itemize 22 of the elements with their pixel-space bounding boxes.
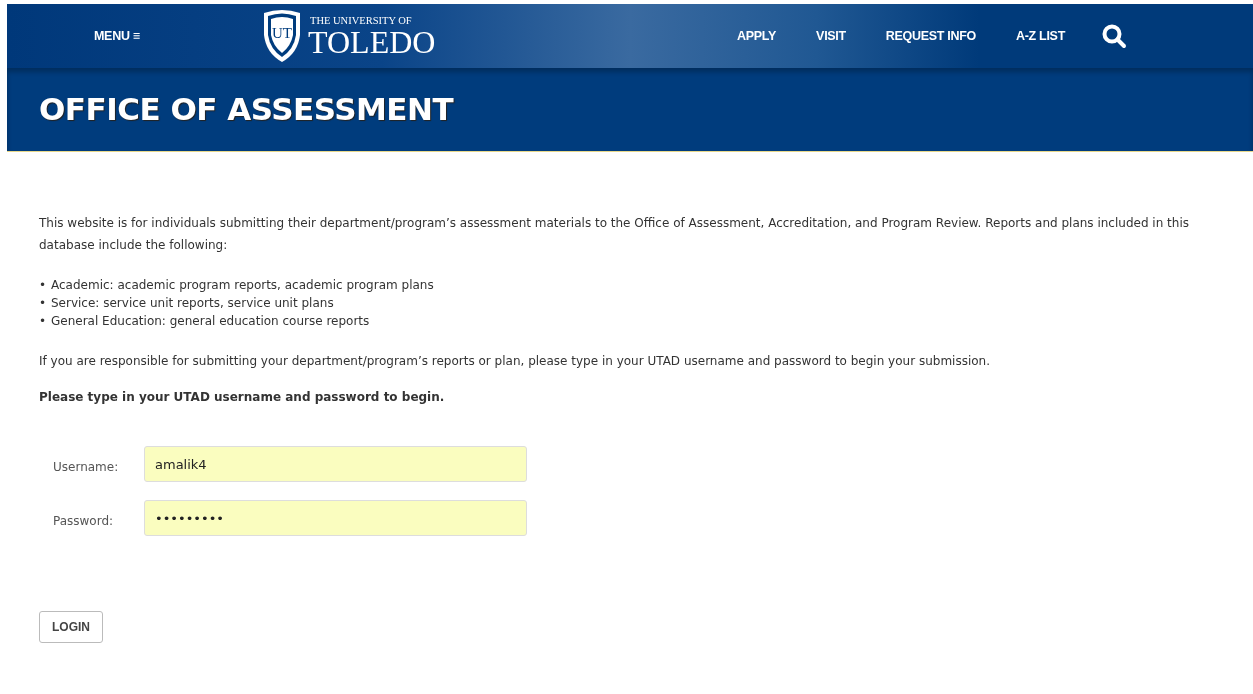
input-field[interactable]: amalik4 — [144, 446, 527, 482]
bullet-marker: • — [39, 313, 48, 330]
university-logo[interactable]: UT THE UNIVERSITY OF TOLEDO — [259, 7, 460, 65]
intro-paragraph: This website is for individuals submitting their department/program’s assessment materials to the Office of Assessment, Accreditation, and Program Review. Reports and plans included in this database include the following: — [39, 215, 1190, 254]
search-icon[interactable] — [1101, 23, 1127, 49]
nav-link[interactable]: REQUEST INFO — [885, 26, 976, 46]
nav-link[interactable]: A-Z LIST — [1016, 26, 1065, 46]
field-label: Password: — [52, 513, 115, 530]
login-prompt: Please type in your UTAD username and password to begin. — [39, 389, 446, 406]
instruction-paragraph: If you are responsible for submitting your department/program’s reports or plan, please type in your UTAD username and password to begin your submission. — [39, 353, 991, 370]
nav-link[interactable]: APPLY — [737, 26, 777, 46]
bullet-marker: • — [39, 295, 48, 312]
list-item: General Education: general education course reports — [51, 313, 370, 330]
menu-link[interactable]: MENU ≡ — [94, 26, 140, 46]
login-button[interactable]: LOGIN — [39, 611, 103, 643]
field-label: Username: — [52, 459, 120, 476]
list-item: Service: service unit reports, service unit plans — [51, 295, 334, 312]
nav-link[interactable]: VISIT — [816, 26, 846, 46]
input-field[interactable]: ••••••••• — [144, 500, 527, 536]
list-item: Academic: academic program reports, academic program plans — [51, 277, 434, 294]
bullet-marker: • — [39, 277, 48, 294]
page-title: OFFICE OF ASSESSMENT — [39, 90, 454, 129]
